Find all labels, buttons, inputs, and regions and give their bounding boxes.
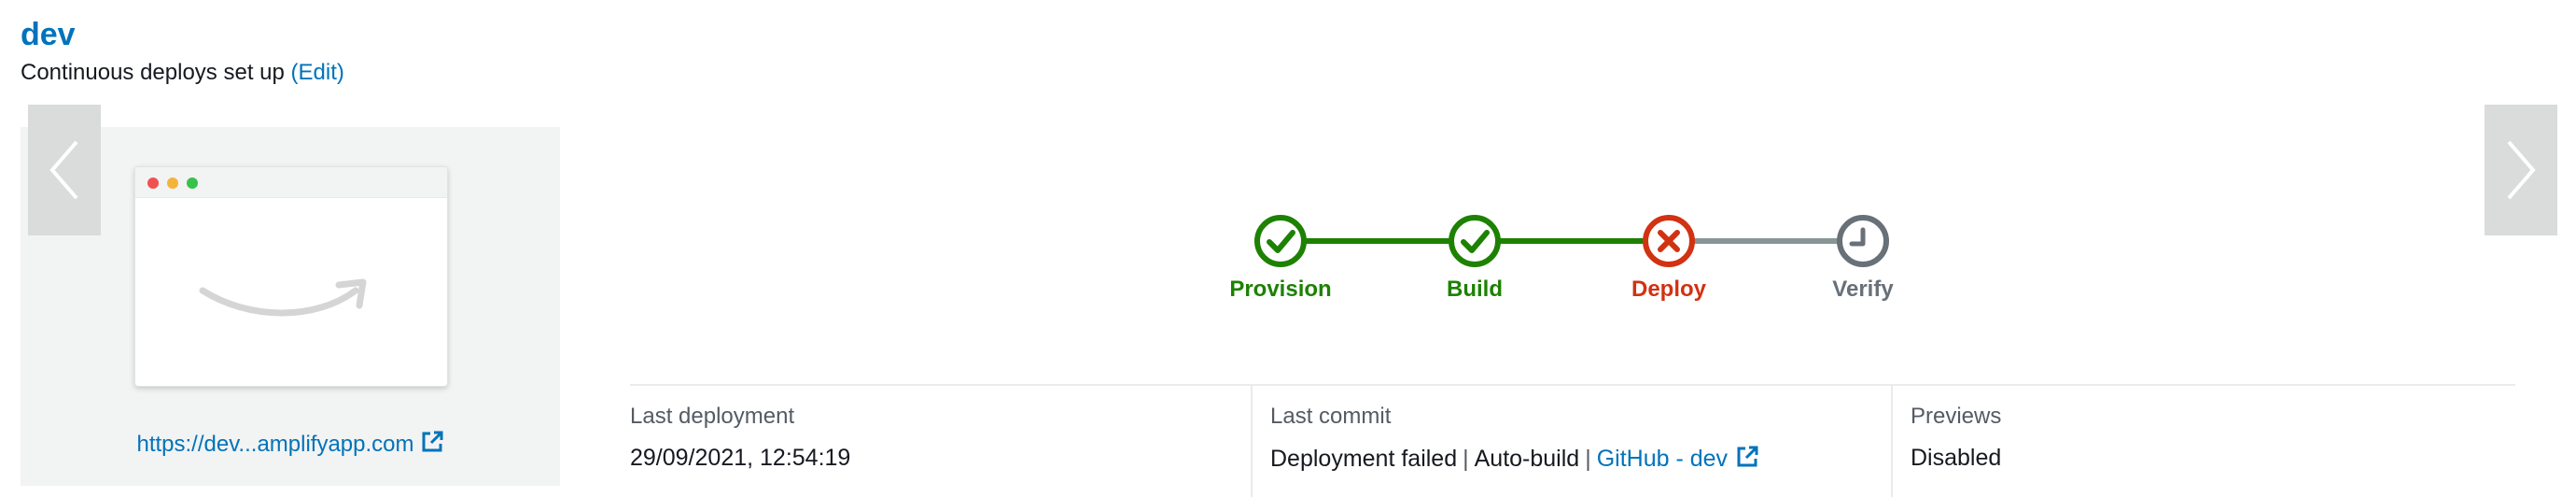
step-label-verify: Verify: [1832, 277, 1894, 302]
commit-trigger-text: Auto-build: [1474, 446, 1580, 472]
step-label-provision: Provision: [1229, 277, 1332, 302]
step-deploy-x-circle-icon: [1643, 215, 1695, 267]
step-label-build: Build: [1447, 277, 1503, 302]
external-link-icon: [1735, 445, 1759, 476]
column-separator: [1891, 386, 1893, 497]
column-separator: [1251, 386, 1253, 497]
separator: |: [1463, 446, 1469, 472]
external-link-icon: [420, 430, 444, 461]
last-commit-value: Deployment failed | Auto-build | GitHub - de…: [1270, 445, 1759, 476]
previews-label: Previews: [1911, 404, 2002, 429]
pipeline-graphic: [1254, 215, 1889, 267]
step-label-deploy: Deploy: [1631, 277, 1707, 302]
separator: |: [1585, 446, 1591, 472]
details-divider: [630, 384, 2515, 386]
preview-url-link[interactable]: https://dev...amplifyapp.com: [21, 430, 560, 461]
preview-url-text: https://dev...amplifyapp.com: [136, 432, 414, 457]
last-deployment-label: Last deployment: [630, 404, 795, 429]
step-build-check-circle-icon: [1449, 215, 1501, 267]
previews-value: Disabled: [1911, 445, 2002, 471]
github-repo-link[interactable]: GitHub - dev: [1597, 446, 1759, 472]
commit-status-text: Deployment failed: [1270, 446, 1458, 472]
github-repo-text: GitHub - dev: [1596, 446, 1729, 472]
step-verify-clock-icon: [1837, 215, 1889, 267]
step-provision-check-circle-icon: [1254, 215, 1307, 267]
last-commit-label: Last commit: [1270, 404, 1392, 429]
last-deployment-value: 29/09/2021, 12:54:19: [630, 445, 851, 471]
deployment-pipeline: Provision Build Deploy Verify: [0, 0, 2576, 318]
